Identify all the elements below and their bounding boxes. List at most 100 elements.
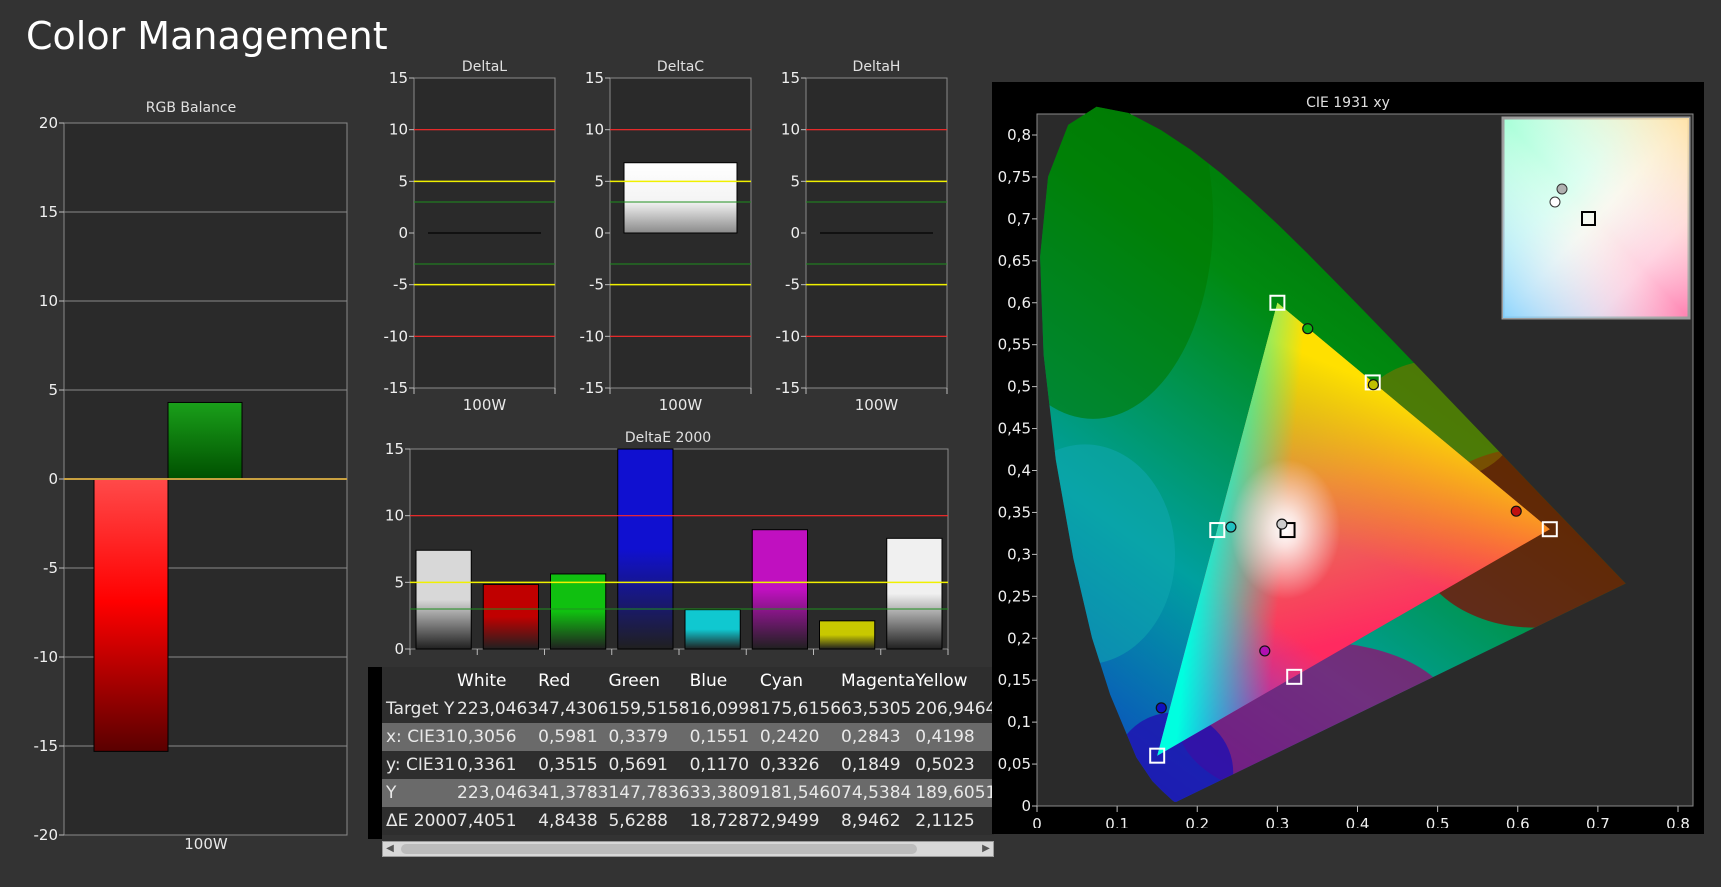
delta-h-chart: DeltaH 15 10 5 0 -5 -10 -15 100W bbox=[776, 59, 948, 412]
table-column-header[interactable]: Magenta bbox=[841, 667, 915, 695]
delta-e-category-label: White bbox=[422, 655, 466, 657]
delta-e-y-tick-label: 15 bbox=[385, 440, 404, 458]
deltah-title: DeltaH bbox=[853, 59, 901, 75]
table-cell: 159,5158 bbox=[608, 699, 690, 719]
delta-e-category-label: Magenta bbox=[747, 655, 812, 657]
cie-y-tick-label: 0,6 bbox=[1007, 294, 1031, 312]
cie-zoom-inset bbox=[1501, 116, 1691, 320]
table-cell: 41,3783 bbox=[538, 783, 609, 803]
table-cell: 74,5384 bbox=[841, 783, 912, 803]
table-cell: 189,6051 bbox=[915, 783, 994, 803]
table-column-header[interactable]: Yellow bbox=[915, 667, 994, 695]
deltac-y-tick-label: 10 bbox=[585, 121, 604, 139]
table-cell: 147,7836 bbox=[608, 783, 690, 803]
rgb-bar-r bbox=[93, 478, 169, 752]
table-column-header[interactable]: Red bbox=[538, 667, 608, 695]
delta-e-y-tick-label: 10 bbox=[385, 507, 404, 525]
table-corner-cell bbox=[382, 667, 457, 695]
rgb-bar-g bbox=[167, 401, 243, 480]
deltah-y-tick-label: 0 bbox=[790, 224, 800, 242]
table-cell: 63,5305 bbox=[841, 699, 912, 719]
delta-e-bar-white bbox=[415, 549, 472, 650]
table-cell: 0,1849 bbox=[841, 755, 901, 775]
rgb-balance-chart: RGB Balance 20 15 10 5 0 -5 -10 -15 -20 100W bbox=[34, 100, 348, 853]
table-cell: 0,4198 bbox=[915, 727, 975, 747]
table-cell: 0,1170 bbox=[689, 755, 750, 775]
deltah-y-tick-label: 10 bbox=[781, 121, 800, 139]
cie-measured-white bbox=[1276, 518, 1288, 530]
cie-x-tick-label: 0,6 bbox=[1506, 815, 1530, 828]
table-header-row: WhiteRedGreenBlueCyanMagentaYellow100W bbox=[382, 667, 994, 695]
cie-measured-green bbox=[1302, 323, 1314, 335]
cie-measured-blue bbox=[1155, 702, 1167, 714]
table-column-header[interactable]: Cyan bbox=[760, 667, 841, 695]
scroll-left-arrow-icon[interactable]: ◀ bbox=[383, 842, 397, 856]
cie-y-tick-label: 0 bbox=[1021, 797, 1031, 815]
deltah-category-label: 100W bbox=[855, 396, 899, 412]
table-cell: 33,3809 bbox=[689, 783, 760, 803]
delta-e-2000-chart: DeltaE 2000 15 10 5 0 White Red Green Blue Cyan M… bbox=[385, 430, 949, 657]
table-horizontal-scrollbar[interactable]: ◀ ▶ bbox=[382, 841, 994, 857]
table-column-header[interactable]: Blue bbox=[690, 667, 760, 695]
table-column-header[interactable]: White bbox=[457, 667, 538, 695]
delta-e-bar-yellow bbox=[819, 620, 876, 650]
cie-measured-yellow bbox=[1367, 379, 1379, 391]
cie-y-tick-label: 0,5 bbox=[1007, 378, 1031, 396]
cie-x-tick-label: 0,5 bbox=[1426, 815, 1450, 828]
cie-y-tick-label: 0,7 bbox=[1007, 210, 1031, 228]
cie-x-tick-label: 0,8 bbox=[1666, 815, 1690, 828]
cie-x-tick-label: 0,1 bbox=[1105, 815, 1129, 828]
cie-y-tick-label: 0,45 bbox=[998, 420, 1031, 438]
cie-x-tick-label: 0,3 bbox=[1265, 815, 1289, 828]
deltac-y-tick-label: -5 bbox=[589, 276, 604, 294]
table-row-label: x: CIE31 bbox=[386, 727, 457, 747]
cie-x-tick-label: 0,2 bbox=[1185, 815, 1209, 828]
deltah-y-tick-label: -5 bbox=[785, 276, 800, 294]
table-cell: 2,1125 bbox=[915, 811, 975, 831]
cie-y-tick-label: 0,2 bbox=[1007, 629, 1031, 647]
deltal-y-tick-label: -15 bbox=[384, 379, 409, 397]
cie-y-tick-label: 0,35 bbox=[998, 503, 1031, 521]
deltac-bar bbox=[623, 162, 738, 234]
rgb-y-tick-label: 20 bbox=[39, 114, 58, 132]
table-cell: 175,6156 bbox=[759, 699, 842, 719]
deltac-y-tick-label: -15 bbox=[580, 379, 605, 397]
table-cell: 0,1551 bbox=[689, 727, 750, 747]
cie-y-tick-label: 0,8 bbox=[1007, 126, 1031, 144]
table-row[interactable]: x: CIE31 0,3056 0,5981 0,3379 0,1551 0,2420 0,… bbox=[382, 723, 994, 751]
table-cell: 181,5460 bbox=[759, 783, 842, 803]
cie-measured-cyan bbox=[1225, 521, 1237, 533]
deltal-y-tick-label: 10 bbox=[389, 121, 408, 139]
rgb-balance-category-label: 100W bbox=[184, 835, 228, 853]
table-row[interactable]: ΔE 2000 7,4051 4,8438 5,6288 18,7287 2,9499 8,… bbox=[382, 807, 994, 835]
table-row-label: ΔE 2000 bbox=[386, 811, 458, 831]
table-row[interactable]: y: CIE31 0,3361 0,3515 0,5691 0,1170 0,3326 0,… bbox=[382, 751, 994, 779]
cie-y-tick-label: 0,1 bbox=[1007, 713, 1031, 731]
scrollbar-thumb[interactable] bbox=[401, 844, 917, 854]
table-row[interactable]: Y 223,0463 41,3783 147,7836 33,3809 181,5460 7… bbox=[382, 779, 994, 807]
cie-white-point-glow bbox=[1230, 459, 1341, 600]
table-row[interactable]: Target Y 223,0463 47,4306 159,5158 16,0998 17… bbox=[382, 695, 994, 723]
scroll-right-arrow-icon[interactable]: ▶ bbox=[979, 842, 993, 856]
deltal-title: DeltaL bbox=[462, 59, 507, 75]
table-row-marker-column bbox=[368, 667, 382, 839]
table-cell: 0,5023 bbox=[915, 755, 975, 775]
page-title: Color Management bbox=[26, 14, 388, 58]
delta-e-bar-red bbox=[482, 583, 539, 650]
table-cell: 0,5691 bbox=[608, 755, 668, 775]
table-cell: 223,0463 bbox=[457, 783, 539, 803]
table-cell: 16,0998 bbox=[689, 699, 760, 719]
delta-c-chart: DeltaC 15 10 5 0 -5 -10 -15 100W bbox=[580, 59, 752, 412]
inset-measured-point bbox=[1549, 196, 1561, 208]
delta-e-bar-green bbox=[550, 573, 607, 650]
table-row-label: Y bbox=[386, 783, 397, 803]
deltac-y-tick-label: 5 bbox=[594, 172, 604, 190]
table-cell: 0,3515 bbox=[538, 755, 598, 775]
table-column-header[interactable]: Green bbox=[608, 667, 689, 695]
deltal-y-tick-label: -5 bbox=[393, 276, 408, 294]
deltah-y-tick-label: 5 bbox=[790, 172, 800, 190]
cie-title: CIE 1931 xy bbox=[1306, 95, 1390, 111]
table-cell: 0,3379 bbox=[608, 727, 668, 747]
cie-measured-magenta bbox=[1259, 645, 1271, 657]
cie-x-tick-label: 0,4 bbox=[1346, 815, 1370, 828]
